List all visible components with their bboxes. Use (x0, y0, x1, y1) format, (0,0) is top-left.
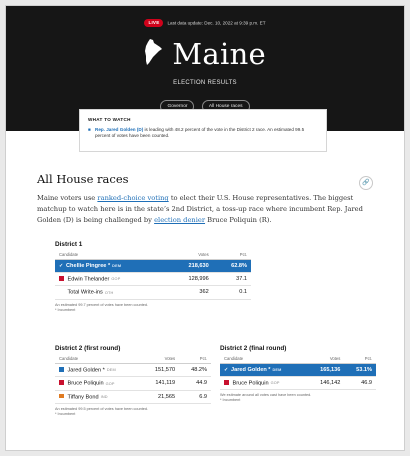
party-label: IND (100, 394, 108, 399)
candidate-cell: Jared Golden * DEM (55, 363, 142, 378)
section-title: All House races (37, 172, 129, 186)
votes-cell: 362 (167, 285, 213, 300)
candidate-name: Edwin Thelander (67, 276, 110, 283)
state-name: Maine (172, 37, 267, 71)
check-icon: ✓ (224, 367, 229, 373)
intro-text-1: Maine voters use (37, 194, 98, 202)
intro-text-3: Bruce Poliquin (R). (205, 216, 272, 224)
col-pct: Pct. (179, 355, 211, 364)
party-label: OTH (104, 290, 114, 295)
candidate-cell: Tiffany Bond IND (55, 390, 142, 404)
col-pct: Pct. (344, 355, 376, 364)
page: LIVE Last data update: Dec. 10, 2022 at 9… (5, 5, 405, 451)
pct-cell: 53.1% (344, 363, 376, 377)
district-1-table: District 1 Candidate Votes Pct. ✓ Chellie… (55, 241, 251, 313)
house-races-section: All House races 🔗 Maine voters use ranke… (37, 172, 373, 226)
table-row: Bruce Poliquin GOP 146,142 46.9 (220, 376, 376, 391)
dem-swatch-icon (59, 367, 64, 372)
col-votes: Votes (306, 355, 345, 364)
col-candidate: Candidate (220, 355, 307, 364)
what-to-watch-text: Rep. Jared Golden (D) is leading with 48… (88, 127, 318, 139)
votes-cell: 165,136 (306, 363, 345, 377)
candidate-cell: Bruce Poliquin GOP (220, 376, 307, 391)
col-votes: Votes (167, 251, 213, 260)
last-update-text: Last data update: Dec. 10, 2022 at 9:39 … (167, 20, 266, 26)
intro-paragraph: Maine voters use ranked-choice voting to… (37, 193, 373, 226)
pct-cell: 44.9 (179, 376, 211, 391)
party-label: GOP (111, 277, 121, 282)
votes-cell: 218,630 (167, 259, 213, 273)
gop-swatch-icon (224, 380, 229, 385)
col-candidate: Candidate (55, 251, 168, 260)
gop-swatch-icon (59, 276, 64, 281)
party-label: DEM (272, 368, 282, 372)
candidate-cell: Bruce Poliquin GOP (55, 376, 142, 391)
district-2-final-round-table: District 2 (final round) Candidate Votes… (220, 345, 376, 403)
pct-cell: 48.2% (179, 363, 211, 378)
link-icon[interactable]: 🔗 (359, 176, 373, 190)
state-title-row: Maine (6, 37, 404, 71)
pct-cell: 46.9 (344, 376, 376, 391)
candidate-cell: Total Write-ins OTH (55, 285, 168, 300)
candidate-name: Jared Golden * (67, 367, 105, 374)
candidate-cell: ✓ Jared Golden * DEM (220, 363, 307, 377)
votes-cell: 128,996 (167, 272, 213, 287)
votes-cell: 146,142 (306, 376, 345, 391)
ind-swatch-icon (59, 393, 64, 399)
party-label: DEM (112, 264, 122, 268)
district-2-first-round-table: District 2 (first round) Candidate Votes… (55, 345, 211, 417)
pct-cell: 0.1 (212, 285, 251, 300)
district-title: District 2 (first round) (55, 345, 121, 352)
candidate-name: Jared Golden * (231, 367, 271, 373)
blank-swatch-icon (59, 289, 64, 294)
district-title: District 2 (final round) (220, 345, 287, 352)
pct-cell: 62.8% (212, 259, 251, 273)
col-votes: Votes (141, 355, 180, 364)
table-row: Edwin Thelander GOP 128,996 37.1 (55, 272, 251, 287)
col-candidate: Candidate (55, 355, 142, 364)
party-label: GOP (105, 381, 115, 386)
pct-cell: 6.9 (179, 390, 211, 404)
what-to-watch-box: WHAT TO WATCH Rep. Jared Golden (D) is l… (79, 109, 327, 152)
table-row: Tiffany Bond IND 21,565 6.9 (55, 390, 211, 404)
incumbent-note: * Incumbent (55, 307, 76, 312)
candidate-name: Bruce Poliquin (67, 380, 104, 387)
party-label: GOP (270, 381, 280, 386)
candidate-cell: Edwin Thelander GOP (55, 272, 168, 287)
update-bar: LIVE Last data update: Dec. 10, 2022 at 9… (6, 19, 404, 27)
district-title: District 1 (55, 241, 83, 248)
votes-cell: 151,570 (141, 363, 180, 378)
col-pct: Pct. (212, 251, 251, 260)
candidate-name: Total Write-ins (67, 289, 103, 296)
candidate-name: Bruce Poliquin (232, 380, 269, 387)
what-to-watch-heading: WHAT TO WATCH (88, 117, 131, 122)
table-row: Total Write-ins OTH 362 0.1 (55, 285, 251, 300)
votes-cell: 141,119 (141, 376, 180, 391)
party-label: DEM (106, 368, 116, 373)
page-subtitle: ELECTION RESULTS (173, 80, 237, 86)
ranked-choice-link[interactable]: ranked-choice voting (97, 194, 168, 202)
table-row: Bruce Poliquin GOP 141,119 44.9 (55, 376, 211, 391)
candidate-cell: ✓ Chellie Pingree * DEM (55, 259, 168, 273)
candidate-name: Chellie Pingree * (66, 263, 111, 269)
table-row: ✓ Jared Golden * DEM 165,136 53.1% (220, 363, 376, 377)
incumbent-note: * Incumbent (55, 411, 76, 416)
gop-swatch-icon (59, 380, 64, 385)
pct-cell: 37.1 (212, 272, 251, 287)
live-badge: LIVE (144, 19, 164, 27)
lead-candidate: Rep. Jared Golden (D) (95, 127, 144, 132)
table-row: ✓ Chellie Pingree * DEM 218,630 62.8% (55, 259, 251, 273)
votes-cell: 21,565 (141, 390, 180, 404)
incumbent-note: * Incumbent (220, 398, 241, 403)
maine-state-icon (144, 38, 162, 70)
table-row: Jared Golden * DEM 151,570 48.2% (55, 363, 211, 378)
election-denier-link[interactable]: election denier (154, 216, 205, 224)
check-icon: ✓ (59, 263, 64, 269)
candidate-name: Tiffany Bond (67, 393, 99, 400)
